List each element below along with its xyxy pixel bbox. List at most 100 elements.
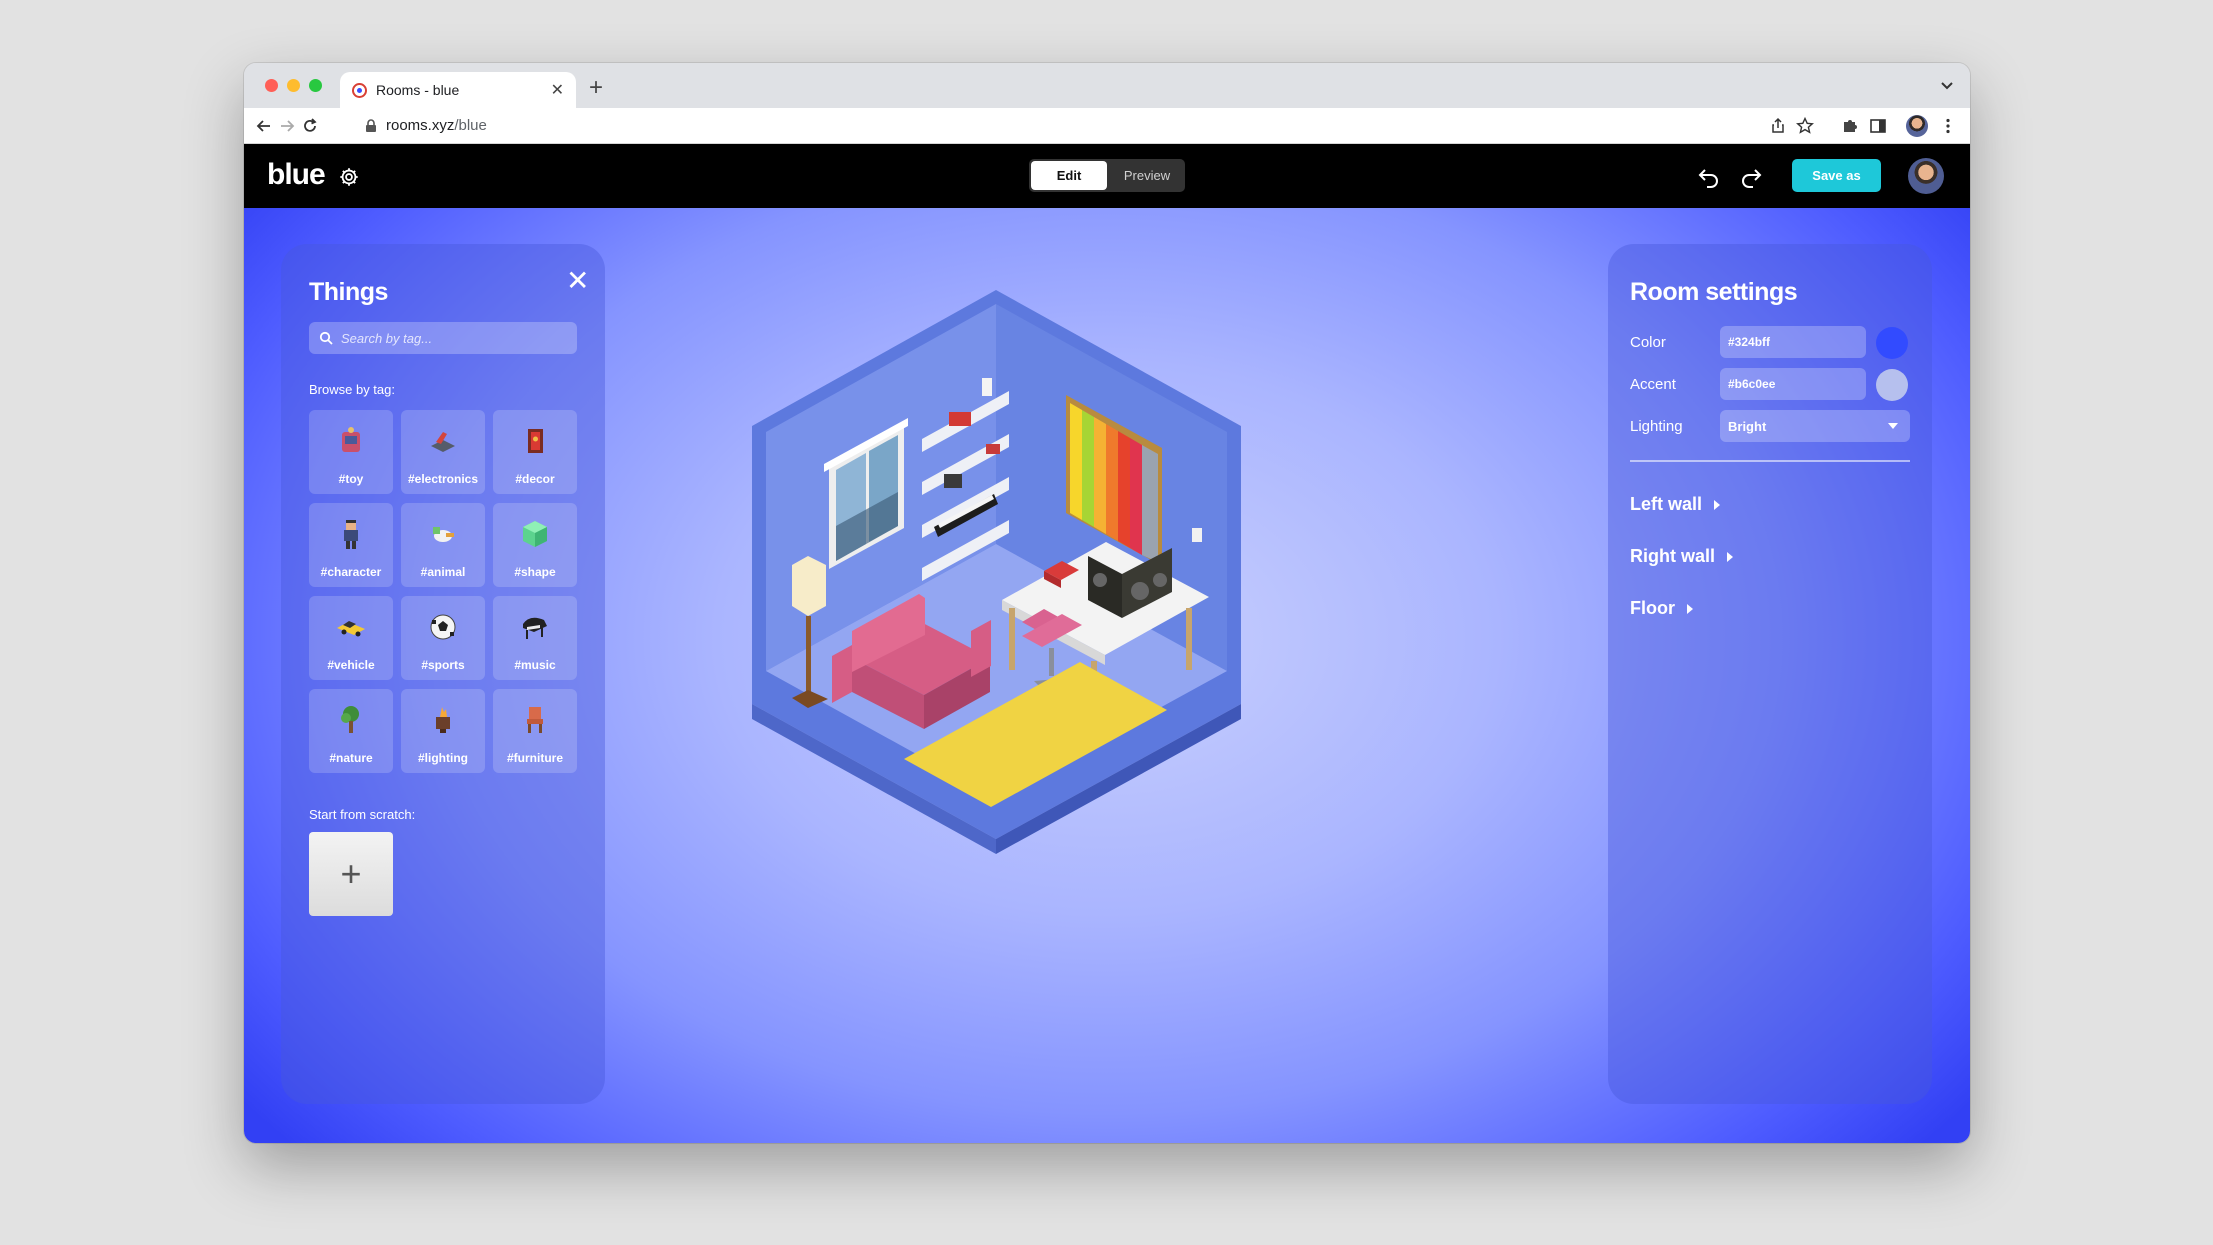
- toy-icon: [342, 427, 360, 452]
- accent-swatch[interactable]: [1876, 369, 1908, 401]
- chevron-down-icon: [1888, 423, 1898, 429]
- tag-label: #lighting: [418, 751, 468, 765]
- tag-tile-animal[interactable]: #animal: [401, 503, 485, 587]
- share-icon[interactable]: [1768, 116, 1788, 136]
- things-title: Things: [309, 278, 388, 306]
- start-from-scratch-label: Start from scratch:: [309, 807, 416, 822]
- tag-tile-furniture[interactable]: #furniture: [493, 689, 577, 773]
- url-host: rooms.xyz: [386, 117, 455, 134]
- section-label: Floor: [1630, 598, 1675, 618]
- right-wall-section[interactable]: Right wall: [1630, 546, 1733, 567]
- tag-tile-lighting[interactable]: #lighting: [401, 689, 485, 773]
- color-input[interactable]: #324bff: [1720, 326, 1866, 358]
- things-panel: Things ✕ Browse by tag: #toy: [281, 244, 605, 1104]
- vehicle-icon: [337, 621, 365, 637]
- close-window-button[interactable]: [265, 79, 278, 92]
- url-path: /blue: [454, 117, 487, 134]
- lighting-value: Bright: [1728, 419, 1767, 434]
- color-swatch[interactable]: [1876, 327, 1908, 359]
- search-input[interactable]: [341, 330, 561, 346]
- nature-icon: [341, 706, 359, 733]
- side-panel-icon[interactable]: [1868, 116, 1888, 136]
- tag-tile-sports[interactable]: #sports: [401, 596, 485, 680]
- new-tab-button[interactable]: +: [589, 73, 603, 103]
- tag-tile-music[interactable]: #music: [493, 596, 577, 680]
- profile-avatar[interactable]: [1906, 115, 1928, 137]
- minimize-window-button[interactable]: [287, 79, 300, 92]
- music-icon: [523, 617, 547, 639]
- app-header: blue Edit Preview Save as: [244, 144, 1970, 208]
- app-logo[interactable]: blue: [267, 158, 326, 192]
- shape-icon: [523, 521, 547, 547]
- tab-title: Rooms - blue: [376, 82, 460, 98]
- browser-titlebar: Rooms - blue ✕ +: [244, 63, 1970, 108]
- edit-mode-button[interactable]: Edit: [1031, 161, 1107, 190]
- tag-label: #vehicle: [327, 658, 375, 672]
- redo-icon[interactable]: [1738, 164, 1764, 190]
- room-settings-title: Room settings: [1630, 278, 1798, 306]
- preview-mode-button[interactable]: Preview: [1109, 159, 1185, 192]
- tag-label: #nature: [329, 751, 373, 765]
- reload-icon[interactable]: [300, 116, 320, 136]
- caret-right-icon: [1714, 499, 1721, 510]
- accent-setting: Accent #b6c0ee: [1630, 368, 1912, 401]
- save-as-button[interactable]: Save as: [1792, 159, 1881, 192]
- user-avatar[interactable]: [1908, 158, 1944, 194]
- add-new-thing-button[interactable]: +: [309, 832, 393, 916]
- mode-toggle: Edit Preview: [1029, 159, 1185, 192]
- section-label: Right wall: [1630, 546, 1715, 566]
- left-wall-section[interactable]: Left wall: [1630, 494, 1721, 515]
- room-canvas[interactable]: Things ✕ Browse by tag: #toy: [244, 208, 1970, 1143]
- room-scene[interactable]: [744, 286, 1474, 1006]
- window-controls: [265, 79, 322, 92]
- tag-tile-decor[interactable]: #decor: [493, 410, 577, 494]
- tag-label: #character: [320, 565, 382, 579]
- caret-right-icon: [1687, 603, 1693, 614]
- lock-icon[interactable]: [364, 119, 378, 133]
- browser-tab[interactable]: Rooms - blue ✕: [340, 72, 576, 108]
- gear-icon[interactable]: [338, 166, 360, 188]
- favicon-icon: [352, 82, 367, 98]
- back-arrow-icon[interactable]: [254, 116, 274, 136]
- browse-by-tag-label: Browse by tag:: [309, 382, 395, 397]
- tag-label: #decor: [515, 472, 555, 486]
- lighting-select[interactable]: Bright: [1720, 410, 1910, 442]
- tag-label: #sports: [421, 658, 465, 672]
- tag-label: #electronics: [407, 472, 479, 486]
- lighting-icon: [436, 707, 450, 733]
- extensions-puzzle-icon[interactable]: [1840, 116, 1860, 136]
- furniture-icon: [527, 707, 543, 733]
- tag-tile-nature[interactable]: #nature: [309, 689, 393, 773]
- color-setting: Color #324bff: [1630, 326, 1912, 359]
- light-switch[interactable]: [1192, 528, 1202, 542]
- lighting-label: Lighting: [1630, 418, 1683, 435]
- bookmark-star-icon[interactable]: [1795, 116, 1815, 136]
- floor-section[interactable]: Floor: [1630, 598, 1693, 619]
- tag-label: #toy: [338, 472, 364, 486]
- undo-icon[interactable]: [1696, 164, 1722, 190]
- tab-close-icon[interactable]: ✕: [551, 80, 564, 100]
- animal-icon: [433, 527, 454, 542]
- address-bar[interactable]: rooms.xyz/blue: [386, 117, 487, 134]
- maximize-window-button[interactable]: [309, 79, 322, 92]
- section-label: Left wall: [1630, 494, 1703, 514]
- forward-arrow-icon[interactable]: [277, 116, 297, 136]
- settings-divider: [1630, 460, 1910, 462]
- tag-tile-toy[interactable]: #toy: [309, 410, 393, 494]
- tag-search-field[interactable]: [309, 322, 577, 354]
- tag-tile-character[interactable]: #character: [309, 503, 393, 587]
- more-vertical-icon[interactable]: [1938, 116, 1958, 136]
- accent-input[interactable]: #b6c0ee: [1720, 368, 1866, 400]
- tag-label: #animal: [420, 565, 466, 579]
- tag-tile-vehicle[interactable]: #vehicle: [309, 596, 393, 680]
- close-icon[interactable]: ✕: [566, 266, 589, 296]
- room-settings-panel: Room settings Color #324bff Accent #b6c0…: [1608, 244, 1932, 1104]
- tag-label: #shape: [514, 565, 556, 579]
- tab-search-chevron-icon[interactable]: [1938, 76, 1956, 94]
- rooms-app: blue Edit Preview Save as Things ✕ Searc…: [244, 144, 1970, 1143]
- browser-window: Rooms - blue ✕ + rooms.xyz/blue blue Edi…: [244, 63, 1970, 1143]
- tag-tile-shape[interactable]: #shape: [493, 503, 577, 587]
- accent-label: Accent: [1630, 376, 1676, 393]
- color-label: Color: [1630, 334, 1666, 351]
- tag-tile-electronics[interactable]: #electronics: [401, 410, 485, 494]
